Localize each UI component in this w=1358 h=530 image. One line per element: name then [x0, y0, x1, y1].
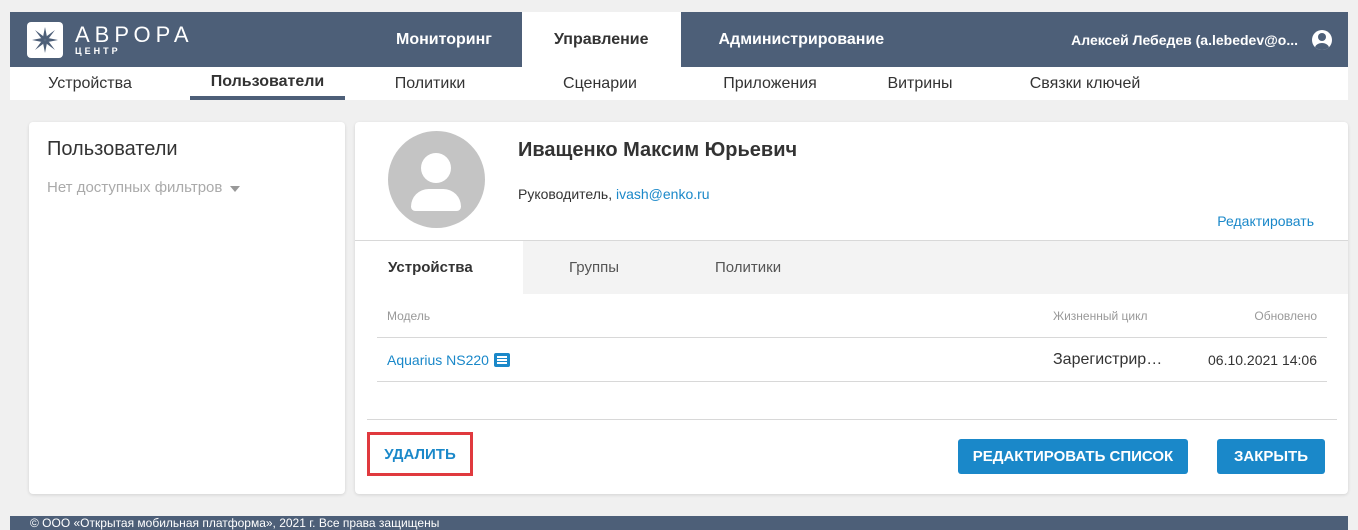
person-icon	[421, 153, 451, 183]
user-email-link[interactable]: ivash@enko.ru	[616, 186, 710, 202]
user-menu[interactable]: Алексей Лебедев (a.lebedev@o...	[1071, 29, 1348, 50]
user-full-name: Иващенко Максим Юрьевич	[518, 139, 798, 161]
subnav-keychains[interactable]: Связки ключей	[1020, 67, 1150, 100]
col-updated[interactable]: Обновлено	[1254, 309, 1317, 323]
nav-administration[interactable]: Администрирование	[681, 12, 923, 67]
delete-button[interactable]: УДАЛИТЬ	[367, 432, 473, 476]
device-updated: 06.10.2021 14:06	[1208, 351, 1317, 368]
nav-monitoring[interactable]: Мониторинг	[366, 12, 522, 67]
edit-profile-link[interactable]: Редактировать	[1217, 213, 1314, 229]
sub-nav: Устройства Пользователи Политики Сценари…	[10, 67, 1348, 100]
logo-name: АВРОРА	[75, 21, 194, 47]
caret-down-icon	[230, 185, 241, 192]
devices-table: Модель Жизненный цикл Обновлено Aquarius…	[367, 294, 1337, 382]
device-lifecycle: Зарегистрировано	[1053, 350, 1165, 368]
filters-dropdown[interactable]: Нет доступных фильтров	[47, 179, 327, 196]
subnav-users[interactable]: Пользователи	[190, 67, 345, 100]
message-icon[interactable]	[493, 352, 510, 367]
filters-label: Нет доступных фильтров	[47, 179, 223, 196]
avatar	[388, 131, 485, 228]
table-header: Модель Жизненный цикл Обновлено	[377, 294, 1327, 338]
subnav-scenarios[interactable]: Сценарии	[540, 67, 660, 100]
tab-policies[interactable]: Политики	[683, 241, 851, 294]
subnav-policies[interactable]: Политики	[370, 67, 490, 100]
close-button[interactable]: ЗАКРЫТЬ	[1217, 439, 1325, 474]
table-row[interactable]: Aquarius NS220 Зарегистрировано 06.10.20…	[377, 338, 1327, 382]
main-nav: Мониторинг Управление Администрирование	[366, 12, 922, 67]
col-model[interactable]: Модель	[387, 309, 430, 323]
subnav-stores[interactable]: Витрины	[870, 67, 970, 100]
user-role-email: Руководитель, ivash@enko.ru	[518, 186, 710, 202]
divider	[367, 419, 1337, 420]
device-model-link[interactable]: Aquarius NS220	[387, 352, 510, 368]
logo-sub: ЦЕНТР	[75, 45, 121, 56]
user-name: Алексей Лебедев (a.lebedev@o...	[1071, 31, 1298, 48]
footer: © ООО «Открытая мобильная платформа», 20…	[10, 516, 1348, 530]
col-lifecycle[interactable]: Жизненный цикл	[1053, 309, 1147, 323]
nav-management[interactable]: Управление	[521, 12, 681, 67]
user-role: Руководитель,	[518, 186, 616, 202]
tab-devices[interactable]: Устройства	[355, 241, 523, 294]
user-details-panel: Иващенко Максим Юрьевич Руководитель, iv…	[355, 122, 1348, 494]
panel-title: Пользователи	[47, 138, 178, 160]
top-bar: АВРОРА ЦЕНТР Мониторинг Управление Админ…	[10, 12, 1348, 67]
subnav-devices[interactable]: Устройства	[10, 67, 170, 100]
aurora-logo-icon	[27, 21, 63, 58]
logo[interactable]: АВРОРА ЦЕНТР	[10, 12, 366, 67]
edit-list-button[interactable]: РЕДАКТИРОВАТЬ СПИСОК	[958, 439, 1188, 474]
users-filter-panel: Пользователи Нет доступных фильтров	[29, 122, 345, 494]
tabs: Устройства Группы Политики	[355, 240, 1348, 294]
account-circle-icon	[1312, 29, 1332, 50]
tab-groups[interactable]: Группы	[523, 241, 683, 294]
subnav-apps[interactable]: Приложения	[700, 67, 840, 100]
